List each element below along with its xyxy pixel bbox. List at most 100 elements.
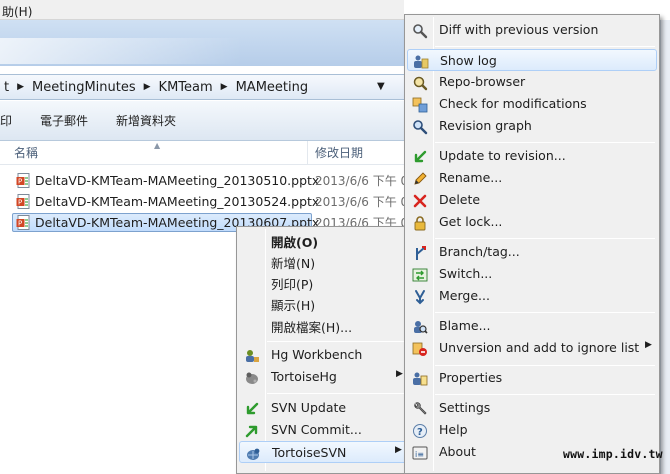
menu-item-tortoisesvn[interactable]: TortoiseSVN ▶ bbox=[239, 441, 409, 463]
file-row[interactable]: P DeltaVD-KMTeam-MAMeeting_20130524.pptx… bbox=[0, 191, 408, 212]
menu-item-print[interactable]: 列印(P) bbox=[239, 271, 409, 293]
tortoisesvn-icon bbox=[247, 448, 260, 460]
menu-item-rename[interactable]: Rename... bbox=[407, 167, 657, 189]
menu-item-show-log[interactable]: Show log bbox=[407, 49, 657, 71]
menu-item-revision-graph-label: Revision graph bbox=[439, 118, 532, 133]
breadcrumb-separator-icon[interactable]: ▶ bbox=[217, 82, 232, 92]
tortoisesvn-submenu: Diff with previous version Show log Repo… bbox=[404, 14, 660, 474]
menu-item-help-label: Help bbox=[439, 422, 468, 437]
menu-item-revision-graph[interactable]: Revision graph bbox=[407, 115, 657, 137]
menu-item-tortoisehg[interactable]: TortoiseHg ▶ bbox=[239, 366, 409, 388]
menu-item-repo-browser-label: Repo-browser bbox=[439, 74, 526, 89]
address-dropdown-icon[interactable]: ▼ bbox=[377, 81, 385, 92]
toolbar-email-button[interactable]: 電子郵件 bbox=[26, 112, 102, 129]
wrench-icon bbox=[414, 402, 427, 415]
menu-item-tortoisesvn-label: TortoiseSVN bbox=[272, 445, 347, 460]
svg-text:?: ? bbox=[417, 427, 423, 438]
submenu-arrow-icon: ▶ bbox=[396, 369, 403, 379]
pptx-file-icon: P bbox=[16, 215, 30, 230]
menu-item-unversion[interactable]: Unversion and add to ignore list ▶ bbox=[407, 337, 657, 359]
menu-item-switch-label: Switch... bbox=[439, 266, 493, 281]
menu-item-rename-label: Rename... bbox=[439, 170, 503, 185]
magnifier-icon bbox=[413, 24, 428, 39]
tortoisehg-icon bbox=[246, 372, 258, 384]
menu-item-branch-tag-label: Branch/tag... bbox=[439, 244, 520, 259]
menu-item-update-to-revision[interactable]: Update to revision... bbox=[407, 145, 657, 167]
menu-item-svn-commit-label: SVN Commit... bbox=[271, 422, 362, 437]
toolbar-new-folder-button[interactable]: 新增資料夾 bbox=[102, 112, 190, 129]
about-icon: i≡ bbox=[412, 446, 428, 460]
breadcrumb-meetingminutes[interactable]: MeetingMinutes bbox=[28, 80, 140, 95]
blame-icon bbox=[414, 321, 428, 334]
file-list: P DeltaVD-KMTeam-MAMeeting_20130510.pptx… bbox=[0, 170, 408, 233]
pencil-icon bbox=[414, 172, 427, 185]
pptx-file-icon: P bbox=[16, 173, 30, 188]
toolbar-print-button[interactable]: 印 bbox=[0, 112, 26, 129]
column-header-name[interactable]: 名稱 bbox=[14, 144, 38, 161]
menu-item-tortoisehg-label: TortoiseHg bbox=[271, 369, 337, 384]
menu-item-properties[interactable]: Properties bbox=[407, 367, 657, 389]
column-header-date[interactable]: 修改日期 bbox=[315, 144, 363, 161]
menu-item-get-lock[interactable]: Get lock... bbox=[407, 211, 657, 233]
menu-item-settings[interactable]: Settings bbox=[407, 397, 657, 419]
lock-icon bbox=[414, 216, 426, 231]
submenu-arrow-icon: ▶ bbox=[645, 340, 652, 350]
file-name: DeltaVD-KMTeam-MAMeeting_20130510.pptx bbox=[35, 173, 320, 188]
address-bar[interactable]: t ▶ MeetingMinutes ▶ KMTeam ▶ MAMeeting … bbox=[0, 74, 404, 100]
menu-item-help[interactable]: ? Help bbox=[407, 419, 657, 441]
sort-ascending-icon: ▲ bbox=[154, 141, 161, 150]
menu-item-repo-browser[interactable]: Repo-browser bbox=[407, 71, 657, 93]
menu-separator bbox=[267, 341, 407, 342]
breadcrumb-root[interactable]: t bbox=[0, 80, 13, 95]
menu-item-properties-label: Properties bbox=[439, 370, 503, 385]
menu-item-show[interactable]: 顯示(H) bbox=[239, 292, 409, 314]
delete-x-icon bbox=[413, 194, 427, 208]
title-shine bbox=[0, 38, 404, 64]
menu-item-diff-prev[interactable]: Diff with previous version bbox=[407, 19, 657, 41]
menu-separator bbox=[267, 393, 407, 394]
menu-item-branch-tag[interactable]: Branch/tag... bbox=[407, 241, 657, 263]
file-name: DeltaVD-KMTeam-MAMeeting_20130524.pptx bbox=[35, 194, 320, 209]
menu-item-svn-commit[interactable]: SVN Commit... bbox=[239, 419, 409, 441]
menu-item-switch[interactable]: Switch... bbox=[407, 263, 657, 285]
menu-item-svn-update[interactable]: SVN Update bbox=[239, 397, 409, 419]
update-arrow-icon bbox=[414, 150, 427, 163]
menu-item-svn-update-label: SVN Update bbox=[271, 400, 347, 415]
menu-item-new[interactable]: 新增(N) bbox=[239, 250, 409, 272]
menu-item-get-lock-label: Get lock... bbox=[439, 214, 503, 229]
column-divider[interactable] bbox=[307, 141, 308, 165]
menu-item-check-modifications[interactable]: Check for modifications bbox=[407, 93, 657, 115]
explorer-toolbar: 印 電子郵件 新增資料夾 bbox=[0, 101, 404, 141]
help-icon: ? bbox=[413, 424, 427, 438]
breadcrumb-separator-icon[interactable]: ▶ bbox=[13, 82, 28, 92]
hg-workbench-icon bbox=[246, 350, 259, 362]
menu-item-update-to-revision-label: Update to revision... bbox=[439, 148, 566, 163]
menu-item-unversion-label: Unversion and add to ignore list bbox=[439, 340, 640, 355]
menu-item-open-location[interactable]: 開啟檔案(H)... bbox=[239, 314, 409, 336]
column-header-row: ▲ 名稱 修改日期 bbox=[0, 141, 404, 165]
menu-item-open[interactable]: 開啟(O) bbox=[239, 229, 409, 251]
file-row[interactable]: P DeltaVD-KMTeam-MAMeeting_20130510.pptx… bbox=[0, 170, 408, 191]
svg-text:i≡: i≡ bbox=[415, 450, 424, 459]
menu-item-blame[interactable]: Blame... bbox=[407, 315, 657, 337]
submenu-arrow-icon: ▶ bbox=[395, 445, 402, 455]
svn-commit-icon bbox=[245, 425, 258, 438]
pptx-file-icon: P bbox=[16, 194, 30, 209]
menubar-help[interactable]: 助(H) bbox=[2, 5, 32, 19]
menu-item-hg-workbench[interactable]: Hg Workbench bbox=[239, 344, 409, 366]
breadcrumb-separator-icon[interactable]: ▶ bbox=[140, 82, 155, 92]
menu-separator bbox=[435, 46, 655, 47]
breadcrumb-mameeting[interactable]: MAMeeting bbox=[232, 80, 313, 95]
explorer-menubar[interactable]: 助(H) bbox=[0, 0, 404, 20]
menu-item-merge[interactable]: Merge... bbox=[407, 285, 657, 307]
menu-item-check-modifications-label: Check for modifications bbox=[439, 96, 587, 111]
menu-item-open-location-label: 開啟檔案(H)... bbox=[271, 320, 353, 335]
menu-item-delete-label: Delete bbox=[439, 192, 481, 207]
menu-item-show-label: 顯示(H) bbox=[271, 298, 316, 313]
svg-text:P: P bbox=[18, 178, 22, 186]
menu-item-delete[interactable]: Delete bbox=[407, 189, 657, 211]
breadcrumb-kmteam[interactable]: KMTeam bbox=[155, 80, 217, 95]
properties-icon bbox=[413, 372, 428, 386]
menu-item-new-label: 新增(N) bbox=[271, 256, 316, 271]
switch-icon bbox=[412, 268, 428, 282]
